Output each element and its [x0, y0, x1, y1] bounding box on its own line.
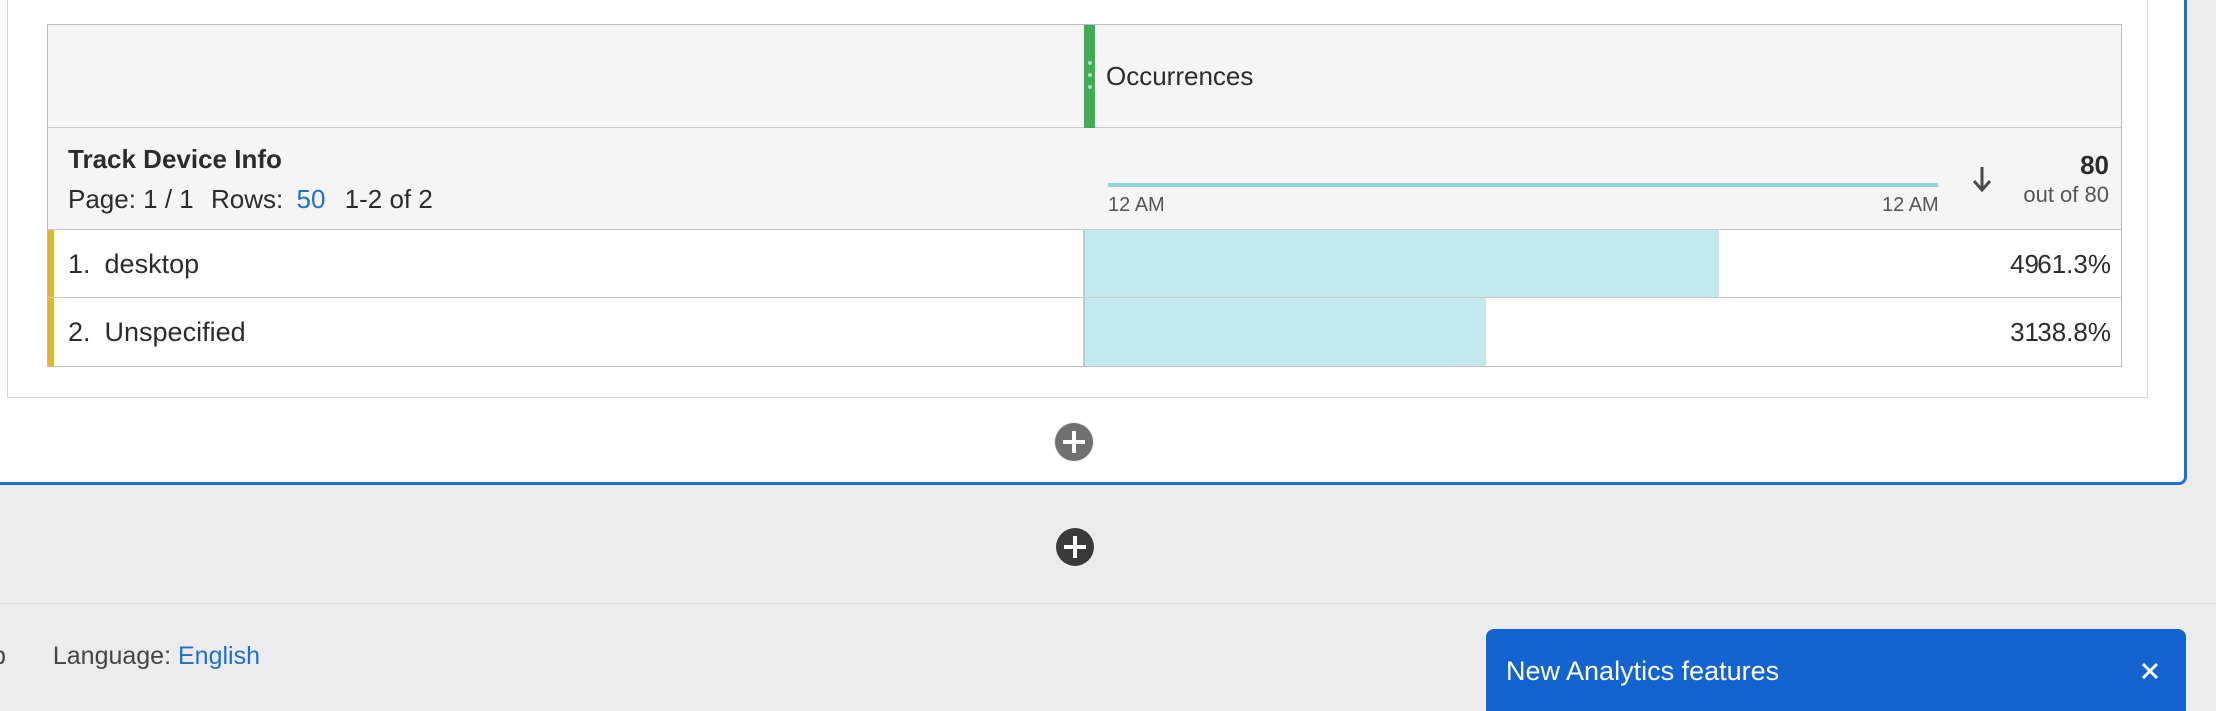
- row-accent: [48, 298, 54, 366]
- row-percent: 61.3%: [2037, 249, 2111, 279]
- metric-total: 80: [2080, 150, 2109, 180]
- page-indicator: Page: 1 / 1: [68, 184, 194, 214]
- sparkline-end-tick: 12 AM: [1882, 194, 1939, 216]
- metric-drag-handle[interactable]: [1084, 25, 1095, 128]
- rows-label: Rows:: [211, 184, 284, 214]
- table-row[interactable]: 2. Unspecified 31 38.8%: [48, 298, 2121, 366]
- dimension-title[interactable]: Track Device Info: [68, 144, 282, 175]
- row-label[interactable]: 1. desktop: [68, 249, 199, 280]
- metric-total-of: out of 80: [2023, 182, 2109, 207]
- footer: p Language: English: [0, 642, 260, 671]
- row-number: 1.: [68, 249, 91, 279]
- help-link[interactable]: p: [0, 642, 6, 670]
- freeform-panel: Occurrences Track Device Info Page: 1 / …: [0, 0, 2187, 485]
- add-panel-button[interactable]: [1055, 527, 1095, 567]
- column-divider: [1083, 298, 1085, 366]
- toast-message[interactable]: New Analytics features: [1506, 656, 1779, 687]
- language-label: Language:: [52, 642, 172, 670]
- footer-divider: [0, 603, 2216, 604]
- close-icon[interactable]: [2132, 653, 2168, 689]
- row-value: 49: [2010, 249, 2039, 279]
- row-percent: 38.8%: [2037, 317, 2111, 347]
- row-value-bar: [1084, 298, 1486, 366]
- row-accent: [48, 230, 54, 297]
- table-row[interactable]: 1. desktop 49 61.3%: [48, 230, 2121, 298]
- grip-dot: [1088, 61, 1092, 65]
- column-divider: [1083, 230, 1085, 297]
- sparkline-trend: [1108, 183, 1938, 187]
- add-visualization-button[interactable]: [1054, 422, 1094, 462]
- pagination: Page: 1 / 1 Rows: 50 1-2 of 2: [68, 184, 433, 215]
- sort-descending-icon[interactable]: [1970, 163, 1994, 197]
- freeform-table-frame: Occurrences Track Device Info Page: 1 / …: [7, 0, 2148, 398]
- row-label[interactable]: 2. Unspecified: [68, 317, 246, 348]
- language-link[interactable]: English: [178, 642, 260, 670]
- row-item-name: desktop: [104, 249, 200, 279]
- metric-column-title[interactable]: Occurrences: [1106, 61, 1253, 92]
- rows-per-page-link[interactable]: 50: [296, 184, 325, 214]
- grip-dot: [1088, 73, 1092, 77]
- plus-circle-icon: [1055, 423, 1093, 461]
- new-features-toast[interactable]: New Analytics features: [1486, 629, 2186, 711]
- table-header: Occurrences: [48, 25, 2121, 128]
- sparkline-start-tick: 12 AM: [1108, 194, 1165, 216]
- row-range: 1-2 of 2: [344, 184, 433, 214]
- freeform-table: Occurrences Track Device Info Page: 1 / …: [47, 24, 2122, 367]
- grip-dot: [1088, 85, 1092, 89]
- row-value: 31: [2010, 317, 2039, 347]
- row-value-bar: [1084, 230, 1719, 297]
- plus-circle-icon: [1056, 528, 1094, 566]
- row-number: 2.: [68, 317, 91, 347]
- dimension-header: Track Device Info Page: 1 / 1 Rows: 50 1…: [48, 128, 2121, 230]
- row-item-name: Unspecified: [104, 317, 246, 347]
